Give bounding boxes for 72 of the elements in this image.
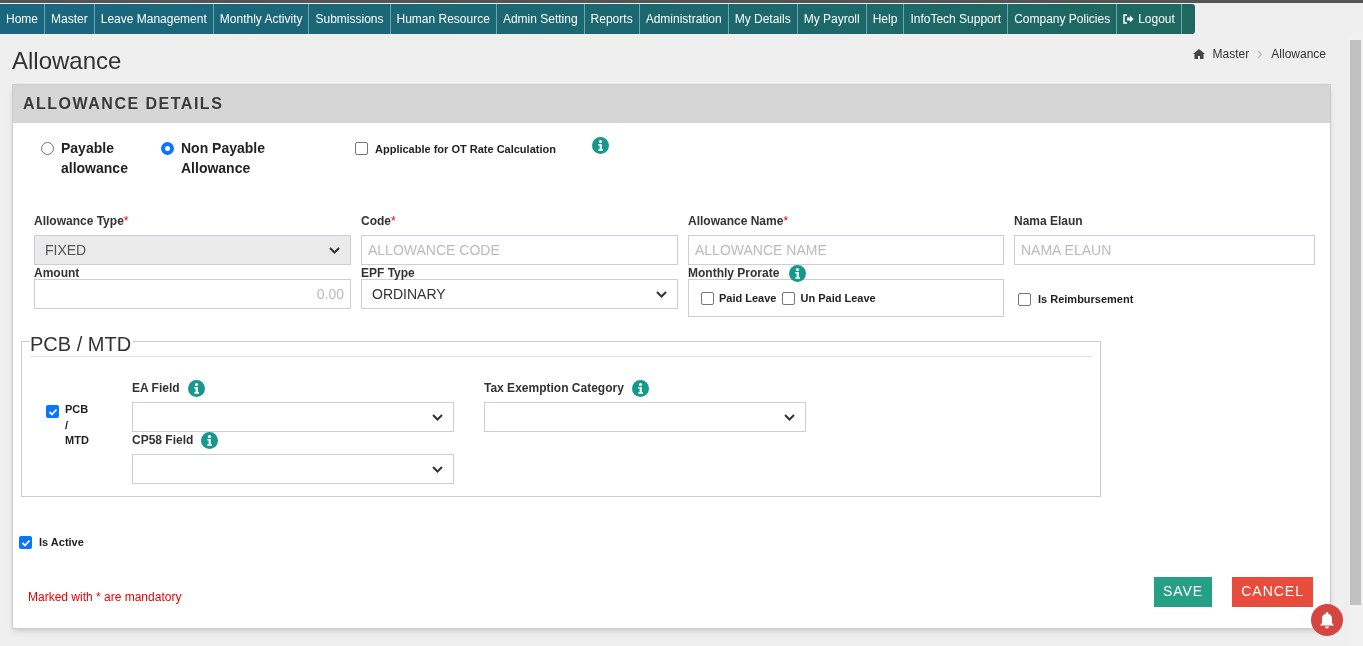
field-label: Code* — [361, 213, 396, 230]
field-label: Nama Elaun — [1014, 213, 1083, 230]
nav-item[interactable]: Home — [0, 4, 45, 34]
chevron-right-icon — [1257, 49, 1264, 59]
nav-item[interactable]: Leave Management — [94, 4, 214, 34]
select-field: FIXED — [34, 235, 351, 265]
checkbox-label: Is Active — [39, 535, 84, 550]
select-field[interactable]: ORDINARY — [361, 279, 678, 309]
nav-item[interactable]: InfoTech Support — [904, 4, 1009, 34]
radio-label: Non Payable Allowance — [181, 139, 267, 178]
nav-item[interactable]: Submissions — [309, 4, 391, 34]
info-icon[interactable] — [592, 137, 609, 154]
radio-button[interactable] — [41, 142, 54, 155]
nav-item[interactable]: Help — [866, 4, 905, 34]
nav-item[interactable]: Logout — [1117, 4, 1182, 34]
nav-item[interactable]: Human Resource — [390, 4, 497, 34]
checkbox-label: Paid Leave — [719, 290, 777, 306]
field-label: Amount — [34, 265, 80, 282]
notification-bell-button[interactable] — [1311, 604, 1343, 636]
breadcrumb-item: Allowance — [1271, 46, 1326, 63]
checkbox[interactable] — [1018, 292, 1031, 306]
input-field[interactable]: ALLOWANCE CODE — [361, 235, 678, 265]
field-label: Monthly Prorate — [688, 265, 780, 282]
chevron-down-icon — [656, 290, 667, 298]
nav-item[interactable]: Master — [45, 4, 95, 34]
checkbox[interactable] — [46, 405, 59, 418]
nav-item[interactable]: Admin Setting — [496, 4, 585, 34]
info-icon[interactable] — [631, 379, 649, 397]
nav-item[interactable]: Company Policies — [1008, 4, 1118, 34]
nav-item[interactable]: Administration — [639, 4, 729, 34]
select-field[interactable] — [484, 402, 806, 432]
field-label: Allowance Type* — [34, 213, 129, 230]
field-label: Allowance Name* — [688, 213, 789, 230]
nav-item[interactable]: My Payroll — [797, 4, 867, 34]
info-icon[interactable] — [187, 379, 205, 397]
nav-item[interactable]: My Details — [728, 4, 798, 34]
home-icon — [1192, 49, 1205, 59]
breadcrumb-item[interactable]: Master — [1212, 45, 1250, 63]
input-field[interactable]: 0.00 — [34, 279, 351, 309]
info-icon[interactable] — [201, 431, 219, 449]
chevron-down-icon — [432, 413, 443, 421]
select-field[interactable] — [132, 454, 454, 484]
checkbox[interactable] — [782, 291, 796, 305]
checkbox-label: PCB / MTD — [65, 402, 90, 448]
checkbox-label: Un Paid Leave — [800, 290, 876, 306]
checkbox[interactable] — [701, 291, 714, 305]
select-field[interactable] — [132, 402, 454, 432]
field-label: EPF Type — [361, 265, 415, 282]
field-label: CP58 Field — [132, 432, 194, 449]
save-button[interactable]: SAVE — [1153, 576, 1213, 607]
field-label: Tax Exemption Category — [484, 380, 624, 397]
radio-button[interactable] — [161, 142, 174, 155]
logout-icon — [1123, 14, 1135, 24]
checkbox[interactable] — [19, 536, 32, 549]
checkbox-label: Is Reimbursement — [1038, 292, 1134, 307]
nav-item[interactable]: Reports — [584, 4, 640, 34]
card-header: ALLOWANCE DETAILS — [13, 85, 1330, 123]
nav-item[interactable]: Monthly Activity — [213, 4, 310, 34]
cancel-button[interactable]: CANCEL — [1232, 576, 1313, 607]
input-field[interactable]: NAMA ELAUN — [1014, 235, 1315, 265]
bell-icon — [1319, 611, 1335, 629]
info-icon[interactable] — [789, 264, 807, 282]
checkbox[interactable] — [355, 142, 368, 155]
chevron-down-icon — [432, 465, 443, 473]
input-field[interactable]: ALLOWANCE NAME — [688, 235, 1004, 265]
mandatory-note: Marked with * are mandatory — [28, 588, 182, 606]
field-label: EA Field — [132, 380, 180, 397]
chevron-down-icon — [784, 413, 795, 421]
checkbox-label: Applicable for OT Rate Calculation — [375, 142, 557, 157]
chevron-down-icon — [329, 246, 340, 254]
radio-label: Payable allowance — [61, 139, 129, 178]
page-title: Allowance — [12, 45, 122, 76]
